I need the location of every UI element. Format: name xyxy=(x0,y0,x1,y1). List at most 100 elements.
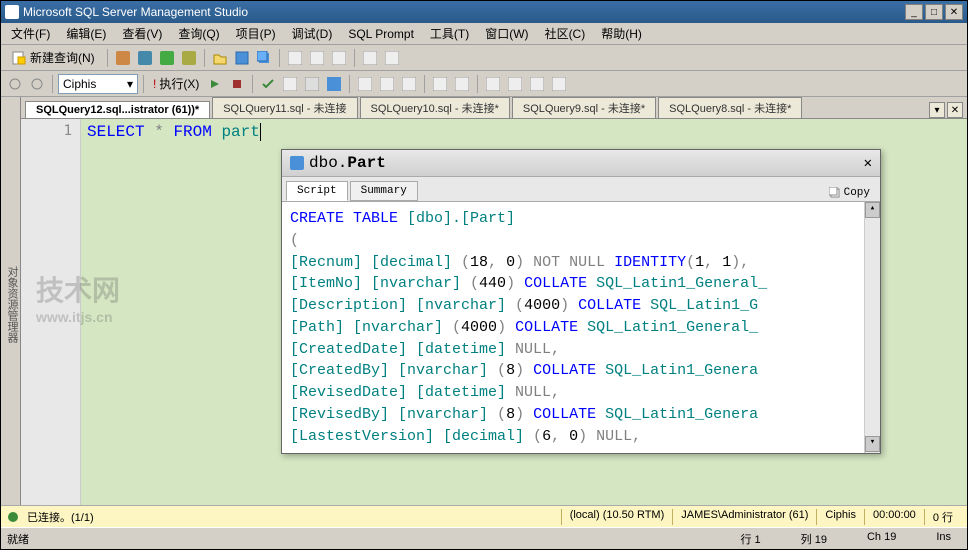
saveall-icon[interactable] xyxy=(254,48,274,68)
open-icon[interactable] xyxy=(210,48,230,68)
titlebar: Microsoft SQL Server Management Studio _… xyxy=(1,1,967,23)
debug-icon[interactable] xyxy=(205,74,225,94)
menubar: 文件(F) 编辑(E) 查看(V) 查询(Q) 项目(P) 调试(D) SQL … xyxy=(1,23,967,45)
menu-edit[interactable]: 编辑(E) xyxy=(60,23,112,44)
new-query-button[interactable]: 新建查询(N) xyxy=(5,46,102,69)
app-icon xyxy=(5,5,19,19)
popup-close-icon[interactable]: ✕ xyxy=(864,155,872,172)
tb-icon[interactable] xyxy=(324,74,344,94)
app-statusbar: 就绪 行 1 列 19 Ch 19 Ins xyxy=(1,527,967,549)
tb-icon[interactable] xyxy=(280,74,300,94)
tb-icon[interactable] xyxy=(452,74,472,94)
close-button[interactable]: ✕ xyxy=(945,4,963,20)
status-ready: 就绪 xyxy=(7,531,29,547)
tb-icon[interactable] xyxy=(360,48,380,68)
status-db: Ciphis xyxy=(816,509,864,525)
tb-icon[interactable] xyxy=(113,48,133,68)
menu-query[interactable]: 查询(Q) xyxy=(172,23,225,44)
tab-query9[interactable]: SQLQuery9.sql - 未连接* xyxy=(512,97,656,118)
tab-label: SQLQuery10.sql - 未连接* xyxy=(371,103,499,115)
tb-icon[interactable] xyxy=(483,74,503,94)
tab-label: SQLQuery9.sql - 未连接* xyxy=(523,103,645,115)
stop-icon[interactable] xyxy=(227,74,247,94)
tb-icon[interactable] xyxy=(430,74,450,94)
copy-label: Copy xyxy=(844,187,870,199)
tb-icon[interactable] xyxy=(5,74,25,94)
tb-icon[interactable] xyxy=(27,74,47,94)
tab-dropdown-icon[interactable]: ▾ xyxy=(929,102,945,118)
popup-titlebar: dbo.Part ✕ xyxy=(282,150,880,177)
minimize-button[interactable]: _ xyxy=(905,4,923,20)
keyword: SELECT xyxy=(87,123,145,141)
object-explorer-tab[interactable]: 对象资源管理器 xyxy=(1,97,21,505)
database-dropdown[interactable]: Ciphis▾ xyxy=(58,74,138,94)
menu-community[interactable]: 社区(C) xyxy=(539,23,592,44)
copy-button[interactable]: Copy xyxy=(823,185,876,201)
tab-query11[interactable]: SQLQuery11.sql - 未连接 xyxy=(212,97,357,118)
tb-icon[interactable] xyxy=(179,48,199,68)
menu-view[interactable]: 查看(V) xyxy=(116,23,168,44)
status-rows: 0 行 xyxy=(924,509,961,525)
tb-icon[interactable] xyxy=(135,48,155,68)
popup-tabs: Script Summary Copy xyxy=(282,177,880,201)
code-area[interactable]: SELECT * FROM part dbo.Part ✕ Script Sum… xyxy=(81,119,967,505)
tab-script[interactable]: Script xyxy=(286,181,348,201)
tb-icon[interactable] xyxy=(329,48,349,68)
status-time: 00:00:00 xyxy=(864,509,924,525)
status-col: 列 19 xyxy=(791,531,837,547)
tb-icon[interactable] xyxy=(307,48,327,68)
menu-sqlprompt[interactable]: SQL Prompt xyxy=(342,25,420,43)
menu-tools[interactable]: 工具(T) xyxy=(424,23,475,44)
tab-close-icon[interactable]: ✕ xyxy=(947,102,963,118)
menu-debug[interactable]: 调试(D) xyxy=(286,23,339,44)
tb-icon[interactable] xyxy=(377,74,397,94)
menu-project[interactable]: 项目(P) xyxy=(230,23,282,44)
tab-label: SQLQuery11.sql - 未连接 xyxy=(223,103,346,115)
execute-label: 执行(X) xyxy=(159,75,199,92)
popup-title-prefix: dbo. xyxy=(309,154,347,172)
tb-icon[interactable] xyxy=(505,74,525,94)
editor-tabs: SQLQuery12.sql...istrator (61))* SQLQuer… xyxy=(21,97,967,119)
tb-icon[interactable] xyxy=(382,48,402,68)
tb-icon[interactable] xyxy=(157,48,177,68)
tb-icon[interactable] xyxy=(302,74,322,94)
tab-query10[interactable]: SQLQuery10.sql - 未连接* xyxy=(360,97,510,118)
newquery-icon xyxy=(12,51,26,65)
parse-icon[interactable] xyxy=(258,74,278,94)
save-icon[interactable] xyxy=(232,48,252,68)
operator: * xyxy=(154,123,164,141)
window-title: Microsoft SQL Server Management Studio xyxy=(23,5,905,19)
status-ins: Ins xyxy=(926,531,961,547)
tab-summary[interactable]: Summary xyxy=(350,181,418,201)
tb-icon[interactable] xyxy=(285,48,305,68)
menu-window[interactable]: 窗口(W) xyxy=(479,23,534,44)
maximize-button[interactable]: □ xyxy=(925,4,943,20)
sql-editor[interactable]: 1 SELECT * FROM part dbo.Part ✕ Script xyxy=(21,119,967,505)
table-icon xyxy=(290,156,304,170)
menu-help[interactable]: 帮助(H) xyxy=(595,23,648,44)
popup-title-name: Part xyxy=(347,154,385,172)
popup-scrollbar[interactable]: ▴ ▾ xyxy=(864,202,880,453)
new-query-label: 新建查询(N) xyxy=(30,49,95,66)
tb-icon[interactable] xyxy=(527,74,547,94)
intellisense-popup: dbo.Part ✕ Script Summary Copy xyxy=(281,149,881,454)
connected-label: 已连接。(1/1) xyxy=(27,509,94,525)
status-ch: Ch 19 xyxy=(857,531,906,547)
popup-script-body[interactable]: CREATE TABLE [dbo].[Part]([Recnum] [deci… xyxy=(282,202,864,453)
database-value: Ciphis xyxy=(63,77,96,91)
tab-query8[interactable]: SQLQuery8.sql - 未连接* xyxy=(658,97,802,118)
line-gutter: 1 xyxy=(21,119,81,505)
keyword: FROM xyxy=(173,123,211,141)
tb-icon[interactable] xyxy=(355,74,375,94)
tb-icon[interactable] xyxy=(399,74,419,94)
execute-button[interactable]: !执行(X) xyxy=(149,74,203,93)
toolbar-query: Ciphis▾ !执行(X) xyxy=(1,71,967,97)
status-user: JAMES\Administrator (61) xyxy=(672,509,816,525)
tab-query12[interactable]: SQLQuery12.sql...istrator (61))* xyxy=(25,101,210,118)
status-line: 行 1 xyxy=(730,531,770,547)
query-statusbar: 已连接。(1/1) (local) (10.50 RTM) JAMES\Admi… xyxy=(1,505,967,527)
menu-file[interactable]: 文件(F) xyxy=(5,23,56,44)
tab-label: SQLQuery12.sql...istrator (61))* xyxy=(36,104,199,116)
connected-icon xyxy=(7,511,19,523)
tb-icon[interactable] xyxy=(549,74,569,94)
